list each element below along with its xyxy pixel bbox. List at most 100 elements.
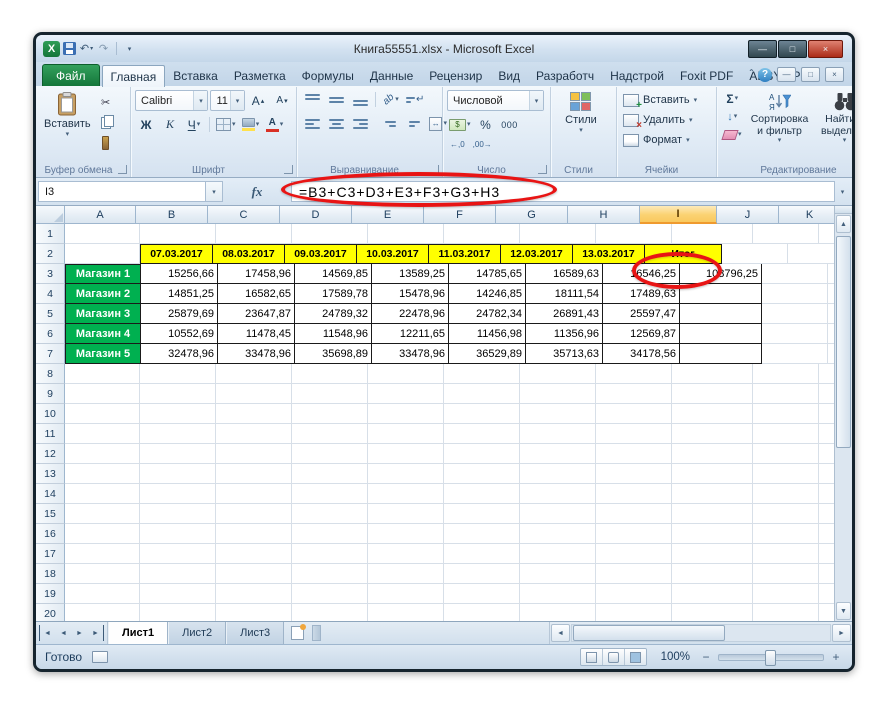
cell-E12[interactable] xyxy=(368,444,444,464)
cell-B13[interactable] xyxy=(140,464,216,484)
dialog-launcher-icon[interactable] xyxy=(118,165,127,174)
vertical-scroll-track[interactable] xyxy=(836,234,851,601)
col-header-C[interactable]: C xyxy=(208,206,280,224)
cell-F2[interactable]: 11.03.2017 xyxy=(429,244,501,264)
scroll-up-icon[interactable]: ▲ xyxy=(836,215,851,233)
cell-E3[interactable]: 13589,25 xyxy=(372,264,449,284)
cell-K13[interactable] xyxy=(819,464,834,484)
scroll-right-icon[interactable]: ► xyxy=(832,624,851,642)
cell-J18[interactable] xyxy=(753,564,819,584)
name-box-dropdown-icon[interactable]: ▾ xyxy=(206,181,223,202)
cell-I17[interactable] xyxy=(672,544,753,564)
cell-C20[interactable] xyxy=(216,604,292,621)
cell-A11[interactable] xyxy=(65,424,140,444)
workbook-minimize-icon[interactable]: — xyxy=(777,67,796,82)
maximize-button[interactable]: □ xyxy=(778,39,807,58)
cell-A3[interactable]: Магазин 1 xyxy=(65,264,141,284)
cell-G14[interactable] xyxy=(520,484,596,504)
cell-F1[interactable] xyxy=(444,224,520,244)
cell-B14[interactable] xyxy=(140,484,216,504)
bold-button[interactable]: Ж xyxy=(135,115,157,134)
cell-K12[interactable] xyxy=(819,444,834,464)
cell-I5[interactable] xyxy=(680,304,762,324)
cell-J6[interactable] xyxy=(762,324,828,344)
cell-B5[interactable]: 25879,69 xyxy=(141,304,218,324)
cell-E19[interactable] xyxy=(368,584,444,604)
cell-F9[interactable] xyxy=(444,384,520,404)
cell-G3[interactable]: 16589,63 xyxy=(526,264,603,284)
zoom-track[interactable] xyxy=(718,649,824,666)
col-header-F[interactable]: F xyxy=(424,206,496,224)
cell-G19[interactable] xyxy=(520,584,596,604)
cell-B16[interactable] xyxy=(140,524,216,544)
cell-F18[interactable] xyxy=(444,564,520,584)
cell-I6[interactable] xyxy=(680,324,762,344)
cell-D13[interactable] xyxy=(292,464,368,484)
help-icon[interactable]: ? xyxy=(758,67,772,82)
cell-D3[interactable]: 14569,85 xyxy=(295,264,372,284)
cell-D14[interactable] xyxy=(292,484,368,504)
col-header-E[interactable]: E xyxy=(352,206,424,224)
cell-I2[interactable]: Итог xyxy=(645,244,722,264)
cell-D8[interactable] xyxy=(292,364,368,384)
row-header-12[interactable]: 12 xyxy=(36,444,65,464)
col-header-H[interactable]: H xyxy=(568,206,640,224)
cell-B7[interactable]: 32478,96 xyxy=(141,344,218,364)
cell-A16[interactable] xyxy=(65,524,140,544)
cell-A1[interactable] xyxy=(65,224,140,244)
cell-C19[interactable] xyxy=(216,584,292,604)
cell-C2[interactable]: 08.03.2017 xyxy=(213,244,285,264)
cell-F8[interactable] xyxy=(444,364,520,384)
cell-B18[interactable] xyxy=(140,564,216,584)
cell-D9[interactable] xyxy=(292,384,368,404)
cell-C4[interactable]: 16582,65 xyxy=(218,284,295,304)
cell-K2[interactable] xyxy=(788,244,834,264)
cell-B10[interactable] xyxy=(140,404,216,424)
row-header-13[interactable]: 13 xyxy=(36,464,65,484)
cell-J5[interactable] xyxy=(762,304,828,324)
minimize-ribbon-icon[interactable]: ˆ xyxy=(750,69,753,80)
cell-C17[interactable] xyxy=(216,544,292,564)
cell-F4[interactable]: 14246,85 xyxy=(449,284,526,304)
cell-D15[interactable] xyxy=(292,504,368,524)
cell-A8[interactable] xyxy=(65,364,140,384)
cell-K20[interactable] xyxy=(819,604,834,621)
cell-G6[interactable]: 11356,96 xyxy=(526,324,603,344)
cell-G4[interactable]: 18111,54 xyxy=(526,284,603,304)
previous-sheet-button[interactable]: ◄ xyxy=(56,625,71,641)
row-header-18[interactable]: 18 xyxy=(36,564,65,584)
horizontal-scroll-thumb[interactable] xyxy=(573,625,725,641)
undo-icon[interactable]: ↶ ▾ xyxy=(79,41,94,57)
underline-button[interactable]: Ч ▾ xyxy=(183,115,205,134)
col-header-B[interactable]: B xyxy=(136,206,208,224)
row-header-14[interactable]: 14 xyxy=(36,484,65,504)
cell-H2[interactable]: 13.03.2017 xyxy=(573,244,645,264)
cell-I15[interactable] xyxy=(672,504,753,524)
vertical-scrollbar[interactable]: ▲ ▼ xyxy=(834,206,852,621)
first-sheet-button[interactable]: ◄ xyxy=(39,625,55,641)
row-header-17[interactable]: 17 xyxy=(36,544,65,564)
row-header-7[interactable]: 7 xyxy=(36,344,65,364)
cell-E11[interactable] xyxy=(368,424,444,444)
cell-D16[interactable] xyxy=(292,524,368,544)
cell-A6[interactable]: Магазин 4 xyxy=(65,324,141,344)
cell-C10[interactable] xyxy=(216,404,292,424)
cell-C18[interactable] xyxy=(216,564,292,584)
horizontal-scrollbar[interactable]: ◄ ► xyxy=(549,622,852,644)
cell-E1[interactable] xyxy=(368,224,444,244)
cell-K18[interactable] xyxy=(819,564,834,584)
cell-K15[interactable] xyxy=(819,504,834,524)
cell-H8[interactable] xyxy=(596,364,672,384)
cell-A9[interactable] xyxy=(65,384,140,404)
qat-customize-icon[interactable]: ▾ xyxy=(122,41,137,57)
select-all-button[interactable] xyxy=(36,206,65,224)
row-header-3[interactable]: 3 xyxy=(36,264,65,284)
cell-B1[interactable] xyxy=(140,224,216,244)
cell-C13[interactable] xyxy=(216,464,292,484)
cell-I1[interactable] xyxy=(672,224,753,244)
cell-A4[interactable]: Магазин 2 xyxy=(65,284,141,304)
col-header-D[interactable]: D xyxy=(280,206,352,224)
cell-I12[interactable] xyxy=(672,444,753,464)
vertical-scroll-thumb[interactable] xyxy=(836,236,851,448)
cell-J1[interactable] xyxy=(753,224,819,244)
